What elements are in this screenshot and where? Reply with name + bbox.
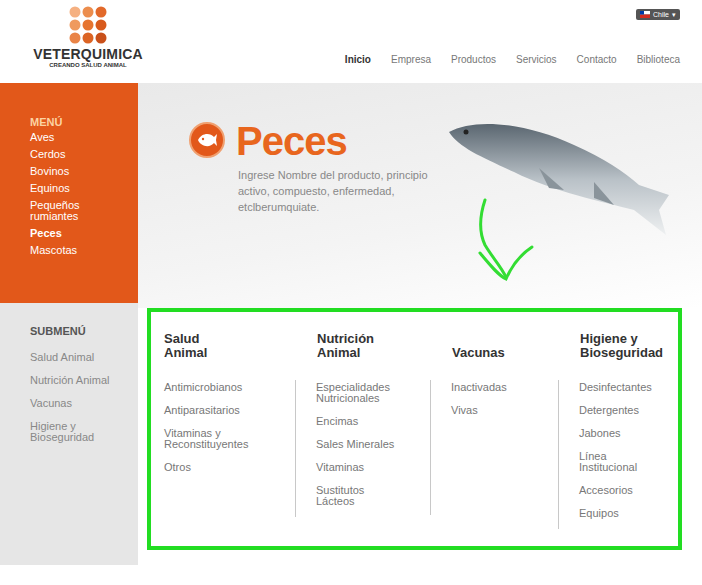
- fish-picture: [444, 110, 674, 308]
- nav-item[interactable]: Empresa: [391, 54, 431, 65]
- logo-dots-icon: [69, 6, 107, 44]
- sidebar: MENÚAvesCerdosBovinosEquinosPequeños rum…: [0, 83, 138, 565]
- category-link[interactable]: Jabones: [579, 426, 667, 449]
- logo[interactable]: VETERQUIMICACREANDO SALUD ANIMAL: [24, 0, 152, 69]
- menu-title: MENÚ: [30, 115, 128, 129]
- caret-icon: ▾: [672, 11, 676, 19]
- nav-item[interactable]: Inicio: [345, 54, 371, 65]
- hero: Peces Ingrese Nombre del producto, princi…: [138, 83, 702, 308]
- menu-item[interactable]: Aves: [30, 129, 128, 146]
- submenu-item[interactable]: Nutrición Animal: [30, 369, 120, 392]
- category-column: Vacunas InactivadasVivas: [430, 328, 558, 546]
- category-link[interactable]: Inactivadas: [451, 380, 551, 403]
- category-column: Higiene y Bioseguridad DesinfectantesDete…: [558, 328, 678, 546]
- category-heading: Salud Animal: [164, 328, 295, 360]
- category-link[interactable]: Detergentes: [579, 403, 667, 426]
- hero-title: Peces: [236, 122, 444, 160]
- category-link[interactable]: Desinfectantes: [579, 380, 667, 403]
- annotation-arrow-icon: [440, 195, 540, 290]
- category-link[interactable]: Sales Minerales: [316, 437, 398, 460]
- submenu-item[interactable]: Salud Animal: [30, 346, 120, 369]
- category-links: Especialidades NutricionalesEncimasSales…: [295, 380, 430, 517]
- submenu-item[interactable]: Higiene y Bioseguridad: [30, 415, 120, 449]
- nav-item[interactable]: Contacto: [577, 54, 617, 65]
- page: VETERQUIMICACREANDO SALUD ANIMAL Chile▾ In…: [0, 0, 702, 585]
- category-link[interactable]: Sustitutos Lácteos: [316, 483, 398, 517]
- nav-item[interactable]: Servicios: [516, 54, 557, 65]
- category-column: Nutrición Animal Especialidades Nutricion…: [295, 328, 430, 546]
- country-selector[interactable]: Chile▾: [636, 9, 680, 20]
- category-link[interactable]: Otros: [164, 460, 264, 483]
- hero-text: Peces Ingrese Nombre del producto, princi…: [236, 122, 444, 308]
- category-links: InactivadasVivas: [430, 380, 558, 515]
- menu-item[interactable]: Equinos: [30, 180, 128, 197]
- nav-item[interactable]: Biblioteca: [637, 54, 680, 65]
- category-link[interactable]: Equipos: [579, 506, 667, 529]
- category-heading: Higiene y Bioseguridad: [558, 328, 678, 360]
- category-column: Salud Animal AntimicrobianosAntiparasitar…: [164, 328, 295, 546]
- submenu-title: SUBMENÚ: [30, 325, 128, 337]
- category-box: Salud Animal AntimicrobianosAntiparasitar…: [147, 308, 682, 550]
- logo-tagline: CREANDO SALUD ANIMAL: [49, 62, 126, 69]
- menu-item[interactable]: Pequeños rumiantes: [30, 197, 128, 225]
- category-link[interactable]: Vivas: [451, 403, 551, 426]
- menu-item[interactable]: Mascotas: [30, 242, 128, 259]
- salmon-icon: [444, 110, 674, 240]
- category-link[interactable]: Encimas: [316, 414, 398, 437]
- category-links: AntimicrobianosAntiparasitariosVitaminas…: [164, 380, 295, 515]
- menu-item[interactable]: Peces: [30, 225, 128, 242]
- country-label: Chile: [653, 11, 669, 18]
- category-heading: Vacunas: [430, 328, 558, 360]
- category-heading: Nutrición Animal: [295, 328, 430, 360]
- menu-item[interactable]: Bovinos: [30, 163, 128, 180]
- category-links: DesinfectantesDetergentesJabonesLínea In…: [558, 380, 678, 529]
- header: VETERQUIMICACREANDO SALUD ANIMAL Chile▾ In…: [0, 0, 702, 83]
- category-link[interactable]: Antiparasitarios: [164, 403, 264, 426]
- content: Peces Ingrese Nombre del producto, princi…: [138, 83, 702, 565]
- submenu-panel: SUBMENÚ Salud AnimalNutrición AnimalVacun…: [0, 303, 138, 565]
- nav-item[interactable]: Productos: [451, 54, 496, 65]
- main: MENÚAvesCerdosBovinosEquinosPequeños rum…: [0, 83, 702, 565]
- menu-panel: MENÚAvesCerdosBovinosEquinosPequeños rum…: [0, 83, 138, 303]
- fish-category-icon: [189, 122, 225, 158]
- main-nav: Inicio Empresa Productos Servicios Contacto B…: [345, 54, 680, 65]
- logo-name: VETERQUIMICA: [33, 47, 143, 62]
- hero-description: Ingrese Nombre del producto, principio a…: [238, 167, 444, 215]
- category-link[interactable]: Accesorios: [579, 483, 667, 506]
- header-right: Chile▾ Inicio Empresa Productos Servicios Con…: [345, 0, 680, 65]
- category-link[interactable]: Antimicrobianos: [164, 380, 264, 403]
- category-link[interactable]: Especialidades Nutricionales: [316, 380, 398, 414]
- category-link[interactable]: Vitaminas: [316, 460, 398, 483]
- submenu-item[interactable]: Vacunas: [30, 392, 120, 415]
- category-link[interactable]: Línea Institucional: [579, 449, 667, 483]
- category-link[interactable]: Vitaminas y Reconstituyentes: [164, 426, 264, 460]
- chile-flag-icon: [640, 11, 650, 18]
- menu-item[interactable]: Cerdos: [30, 146, 128, 163]
